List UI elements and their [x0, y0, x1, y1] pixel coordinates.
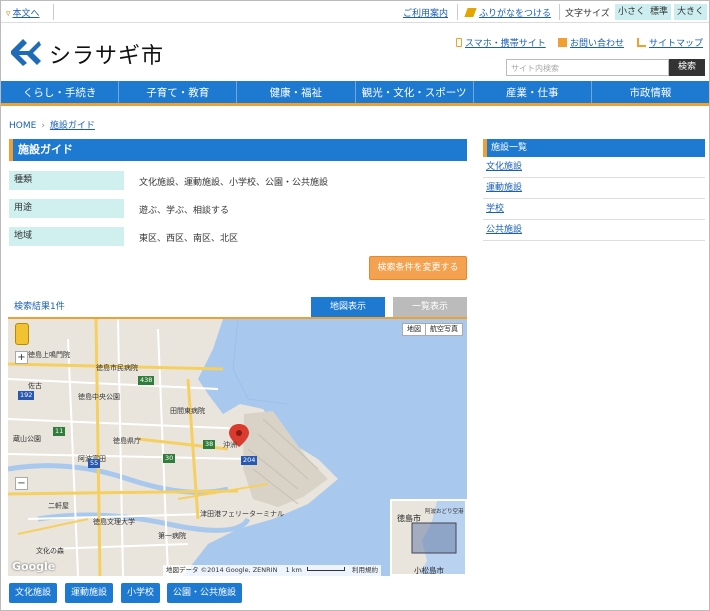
sitemap-icon — [637, 38, 646, 47]
pencil-icon — [464, 8, 477, 17]
nav-item-living[interactable]: くらし・手続き — [1, 81, 120, 103]
map-type-satellite-button[interactable]: 航空写真 — [425, 323, 463, 336]
map-label: 田間東病院 — [170, 407, 205, 415]
nav-item-government[interactable]: 市政情報 — [592, 81, 709, 103]
condition-label-area: 地域 — [9, 227, 124, 246]
sidebar-item-culture[interactable]: 文化施設 — [483, 157, 705, 178]
furigana-link[interactable]: ふりがなをつける — [464, 6, 552, 19]
zoom-out-button[interactable]: − — [15, 477, 28, 490]
sidebar-title: 施設一覧 — [483, 139, 705, 157]
map-label: 第一病院 — [158, 532, 186, 540]
breadcrumb-home[interactable]: HOME — [9, 121, 36, 131]
overview-minimap[interactable]: 徳島市 阿波おどり空港 小松島市 — [390, 499, 467, 576]
mail-icon — [558, 38, 567, 47]
sitemap-label: サイトマップ — [649, 39, 704, 49]
map-label: 津田港フェリーターミナル — [200, 510, 284, 518]
font-small-button[interactable]: 小さく — [615, 4, 649, 20]
tab-list-view[interactable]: 一覧表示 — [393, 297, 467, 317]
sidebar-item-public[interactable]: 公共施設 — [483, 220, 705, 241]
map-label: 沖洲 — [223, 441, 237, 449]
divider — [53, 4, 54, 20]
sidebar-item-school[interactable]: 学校 — [483, 199, 705, 220]
contact-link[interactable]: お問い合わせ — [558, 36, 624, 49]
map-terms-link[interactable]: 利用規約 — [352, 566, 378, 574]
condition-value-area: 東区、西区、南区、北区 — [139, 234, 239, 244]
google-logo: Google — [12, 560, 56, 573]
chevron-down-icon: ▿ — [6, 9, 11, 19]
search-button[interactable]: 検索 — [669, 59, 705, 76]
sitemap-link[interactable]: サイトマップ — [637, 36, 703, 49]
mobile-site-link[interactable]: スマホ・携帯サイト — [456, 36, 546, 49]
breadcrumb-current[interactable]: 施設ガイド — [50, 121, 95, 131]
route-marker: 30 — [163, 454, 176, 463]
divider — [457, 4, 458, 20]
map-label: 徳島中央公園 — [78, 393, 120, 401]
font-large-button[interactable]: 大きく — [674, 4, 708, 20]
contact-label: お問い合わせ — [570, 39, 625, 49]
site-name[interactable]: シラサギ市 — [49, 38, 164, 70]
map-label: 文化の森 — [36, 547, 64, 555]
route-marker: 204 — [241, 456, 258, 465]
site-search-input[interactable]: サイト内検索 — [506, 59, 669, 76]
map-label: 佐古 — [28, 382, 42, 390]
chip-culture[interactable]: 文化施設 — [9, 583, 58, 603]
breadcrumb: HOME › 施設ガイド — [9, 118, 95, 131]
result-count: 検索結果1件 — [14, 302, 65, 312]
mobile-icon — [456, 38, 462, 47]
guide-link[interactable]: ご利用案内 — [403, 6, 448, 19]
logo-icon[interactable] — [9, 37, 43, 67]
zoom-in-button[interactable]: + — [15, 351, 28, 364]
font-normal-button[interactable]: 標準 — [647, 4, 672, 20]
map[interactable]: + − 地図 航空写真 徳島上鳴門院 徳島市民病院 徳島中央公園 田間東病院 徳… — [8, 319, 467, 576]
map-type-map-button[interactable]: 地図 — [402, 323, 426, 336]
condition-value-use: 遊ぶ、学ぶ、相談する — [139, 206, 230, 216]
map-label: 二軒屋 — [48, 502, 69, 510]
map-label: 阿波おどり空港 — [425, 509, 464, 515]
route-marker: 192 — [18, 391, 35, 400]
nav-item-health[interactable]: 健康・福祉 — [237, 81, 356, 103]
map-label: 小松島市 — [414, 566, 444, 575]
nav-item-tourism[interactable]: 観光・文化・スポーツ — [356, 81, 474, 103]
map-credit-text: 地図データ ©2014 Google, ZENRIN — [166, 566, 278, 574]
change-conditions-button[interactable]: 検索条件を変更する — [369, 256, 467, 280]
map-label: 徳島県庁 — [113, 437, 141, 445]
route-marker: 11 — [53, 427, 66, 436]
chip-sports[interactable]: 運動施設 — [65, 583, 114, 603]
condition-label-type: 種類 — [9, 171, 124, 190]
furigana-label: ふりがなをつける — [479, 9, 552, 19]
skip-to-content-link[interactable]: ▿ 本文へ — [6, 6, 40, 19]
divider — [559, 4, 560, 20]
utility-bar: ▿ 本文へ ご利用案内 ふりがなをつける 文字サイズ 小さく 標準 大きく — [1, 1, 709, 23]
tab-map-view[interactable]: 地図表示 — [311, 297, 385, 317]
nav-item-childcare[interactable]: 子育て・教育 — [119, 81, 238, 103]
condition-label-use: 用途 — [9, 199, 124, 218]
sidebar-item-sports[interactable]: 運動施設 — [483, 178, 705, 199]
map-label: 蔵山公園 — [13, 435, 41, 443]
chevron-right-icon: › — [41, 121, 45, 131]
chip-park-public[interactable]: 公園・公共施設 — [167, 583, 243, 603]
chip-elementary-school[interactable]: 小学校 — [121, 583, 161, 603]
map-label: 徳島文理大学 — [93, 518, 135, 526]
page: ▿ 本文へ ご利用案内 ふりがなをつける 文字サイズ 小さく 標準 大きく シラサ… — [0, 0, 710, 611]
route-marker: 38 — [203, 440, 216, 449]
street-view-icon[interactable] — [15, 323, 29, 345]
map-label: 徳島上鳴門院 — [28, 351, 70, 359]
font-size-label: 文字サイズ — [565, 9, 610, 19]
mobile-site-label: スマホ・携帯サイト — [465, 39, 546, 49]
route-marker: 55 — [88, 459, 101, 468]
scale-bar — [306, 567, 345, 571]
skip-link-label: 本文へ — [12, 9, 40, 19]
map-credit: 地図データ ©2014 Google, ZENRIN 1 km 利用規約 — [163, 565, 381, 576]
page-title: 施設ガイド — [9, 139, 467, 161]
condition-value-type: 文化施設、運動施設、小学校、公園・公共施設 — [139, 178, 329, 188]
nav-item-industry[interactable]: 産業・仕事 — [474, 81, 592, 103]
map-label: 徳島市 — [397, 514, 421, 523]
global-nav: くらし・手続き 子育て・教育 健康・福祉 観光・文化・スポーツ 産業・仕事 市政… — [1, 81, 709, 106]
map-label: 徳島市民病院 — [96, 364, 138, 372]
map-scale: 1 km — [285, 566, 302, 574]
route-marker: 438 — [138, 376, 155, 385]
